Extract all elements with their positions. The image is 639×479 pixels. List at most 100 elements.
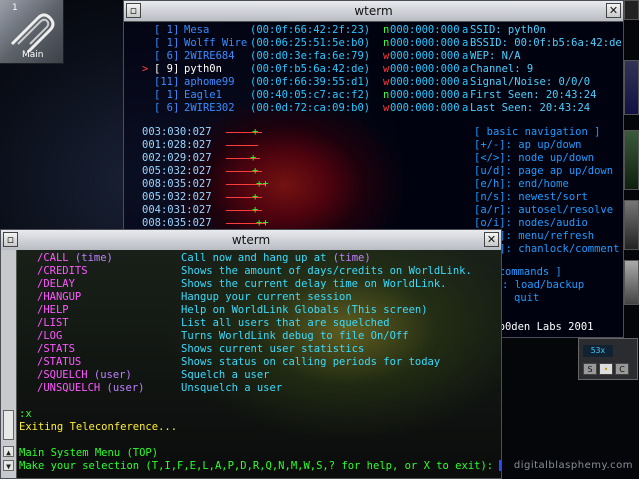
workspace-clip[interactable]: 1 Main xyxy=(0,0,64,64)
minimize-button[interactable]: ▫ xyxy=(126,3,141,18)
graph-row: 001:028:027 xyxy=(124,139,284,152)
close-button[interactable]: ✕ xyxy=(484,232,499,247)
ap-suffix: a xyxy=(462,24,469,36)
ap-stats: 000:000:000 xyxy=(390,76,460,88)
graph-plus: + xyxy=(252,191,259,203)
ap-flag: n xyxy=(383,89,390,101)
ap-ssid: pyth0n xyxy=(184,63,222,75)
graph-label: 005:032:027 xyxy=(142,165,212,177)
command-name: /SQUELCH (user) xyxy=(37,369,132,382)
command-row: /LIST List all users that are squelched xyxy=(37,317,501,330)
bottom-terminal-window[interactable]: ▫ wterm ✕ ▲ ▼ /CALL (time) Call now and h… xyxy=(0,229,502,479)
dock-tile[interactable] xyxy=(624,0,639,20)
command-row: /CREDITS Shows the amount of days/credits… xyxy=(37,265,501,278)
graph-row: 003:030:027 + xyxy=(124,126,284,139)
ap-row[interactable]: [ 1] Wolff Wire (00:06:25:51:5e:b0) n 000:00… xyxy=(124,37,469,50)
ap-channel: [ 1] xyxy=(154,24,180,36)
bottom-terminal-content[interactable]: /CALL (time) Call now and hang up at (tim… xyxy=(17,250,501,478)
nav-help-item: [a/r]: autosel/resolve xyxy=(474,204,614,216)
ap-channel: [ 6] xyxy=(154,102,180,114)
command-description: Unsquelch a user xyxy=(181,382,282,395)
ap-suffix: a xyxy=(462,102,469,114)
monitor-button[interactable]: • xyxy=(599,363,613,375)
command-description: Shows the amount of days/credits on Worl… xyxy=(181,265,472,278)
scroll-up-arrow[interactable]: ▲ xyxy=(3,446,14,457)
ap-mac: (00:0f:66:42:2f:23) xyxy=(250,24,371,36)
minimize-button[interactable]: ▫ xyxy=(3,232,18,247)
ap-mac: (00:40:05:c7:ac:f2) xyxy=(250,89,371,101)
ap-channel: [ 9] xyxy=(154,63,180,75)
close-button[interactable]: ✕ xyxy=(606,3,621,18)
dock-tile[interactable] xyxy=(624,260,639,305)
graph-row: 005:032:027 + xyxy=(124,165,284,178)
command-description-text: Squelch a user xyxy=(181,369,270,381)
command-row: /SQUELCH (user) Squelch a user xyxy=(37,369,501,382)
ap-info-line: Last Seen: 20:43:24 xyxy=(470,102,591,114)
command-name-text: /UNSQUELCH xyxy=(37,382,101,394)
ap-ssid: Eagle1 xyxy=(184,89,222,101)
monitor-button[interactable]: C xyxy=(615,363,629,375)
nav-title: [ basic navigation ] xyxy=(474,126,601,138)
ap-channel: [ 1] xyxy=(154,37,180,49)
ap-row[interactable]: > [ 9] pyth0n (00:0f:b5:6a:42:de) w 000:000:0… xyxy=(124,63,469,76)
ap-stats: 000:000:000 xyxy=(390,63,460,75)
command-description-text: Shows status on calling periods for toda… xyxy=(181,356,441,368)
command-name-text: /CREDITS xyxy=(37,265,88,277)
command-name-text: /HELP xyxy=(37,304,69,316)
scrollbar-thumb[interactable] xyxy=(3,410,14,440)
graph-plus: + xyxy=(252,165,259,177)
selection-prompt: Make your selection (T,I,F,E,L,A,P,D,R,Q… xyxy=(19,460,500,472)
dock-tile[interactable] xyxy=(624,130,639,190)
graph-label: 003:030:027 xyxy=(142,126,212,138)
ap-info-line: Signal/Noise: 0/0/0 xyxy=(470,76,591,88)
command-name: /CREDITS xyxy=(37,265,88,278)
bottom-window-titlebar[interactable]: ▫ wterm ✕ xyxy=(1,230,501,251)
command-description: Turns WorldLink debug to file On/Off xyxy=(181,330,409,343)
ap-row[interactable]: [ 1] Mesa (00:0f:66:42:2f:23) n 000:000:000 a xyxy=(124,24,469,37)
ap-mac: (00:d0:3e:fa:6e:79) xyxy=(250,50,371,62)
graph-plus: + xyxy=(252,204,259,216)
command-description: Shows current user statistics xyxy=(181,343,364,356)
command-arg: (user) xyxy=(100,382,145,394)
graph-row: 004:031:027 + xyxy=(124,204,284,217)
dock-tile[interactable] xyxy=(624,60,639,115)
graph-bar xyxy=(226,145,258,146)
command-row: /LOG Turns WorldLink debug to file On/Off xyxy=(37,330,501,343)
command-name: /UNSQUELCH (user) xyxy=(37,382,144,395)
ap-row[interactable]: [ 6] 2WIRE684 (00:d0:3e:fa:6e:79) w 000:000:… xyxy=(124,50,469,63)
command-name: /DELAY xyxy=(37,278,75,291)
ap-row[interactable]: [ 1] Eagle1 (00:40:05:c7:ac:f2) n 000:000:00… xyxy=(124,89,469,102)
menu-line: Main System Menu (TOP) xyxy=(19,447,159,459)
scrollbar[interactable]: ▲ ▼ xyxy=(1,250,17,478)
ap-flag: n xyxy=(383,37,390,49)
command-item: : load/backup xyxy=(502,279,585,291)
ap-stats: 000:000:000 xyxy=(390,89,460,101)
top-window-title: wterm xyxy=(354,4,393,18)
nav-help-item: [n/s]: newest/sort xyxy=(474,191,588,203)
ap-mac: (00:0d:72:ca:09:b0) xyxy=(250,102,371,114)
graph-label: 004:031:027 xyxy=(142,204,212,216)
graph-label: 002:029:027 xyxy=(142,152,212,164)
ap-flag: w xyxy=(383,102,390,114)
command-description-text: Call now and hang up at xyxy=(181,252,327,264)
command-description: Hangup your current session xyxy=(181,291,352,304)
command-description-arg: (time) xyxy=(326,252,371,264)
command-name-text: /DELAY xyxy=(37,278,75,290)
command-description: Help on WorldLink Globals (This screen) xyxy=(181,304,428,317)
command-description: Shows status on calling periods for toda… xyxy=(181,356,440,369)
scroll-down-arrow[interactable]: ▼ xyxy=(3,460,14,471)
selection-line[interactable]: Make your selection (T,I,F,E,L,A,P,D,R,Q… xyxy=(19,460,501,473)
ap-channel: [11] xyxy=(154,76,180,88)
ap-row[interactable]: [11] aphome99 (00:0f:66:39:55:d1) w 000:000:… xyxy=(124,76,469,89)
monitor-button[interactable]: S xyxy=(583,363,597,375)
text-cursor xyxy=(499,460,501,471)
ap-suffix: a xyxy=(462,89,469,101)
monitor-dockapp[interactable]: 53x S • C xyxy=(578,338,638,380)
bottom-window-title: wterm xyxy=(231,233,271,247)
graph-row: 008:035:027 ++ xyxy=(124,178,284,191)
top-window-titlebar[interactable]: ▫ wterm ✕ xyxy=(124,1,623,22)
command-description: Shows the current delay time on WorldLin… xyxy=(181,278,447,291)
ap-row[interactable]: [ 6] 2WIRE302 (00:0d:72:ca:09:b0) w 000:000:… xyxy=(124,102,469,115)
command-name: /HELP xyxy=(37,304,69,317)
dock-tile[interactable] xyxy=(624,200,639,250)
